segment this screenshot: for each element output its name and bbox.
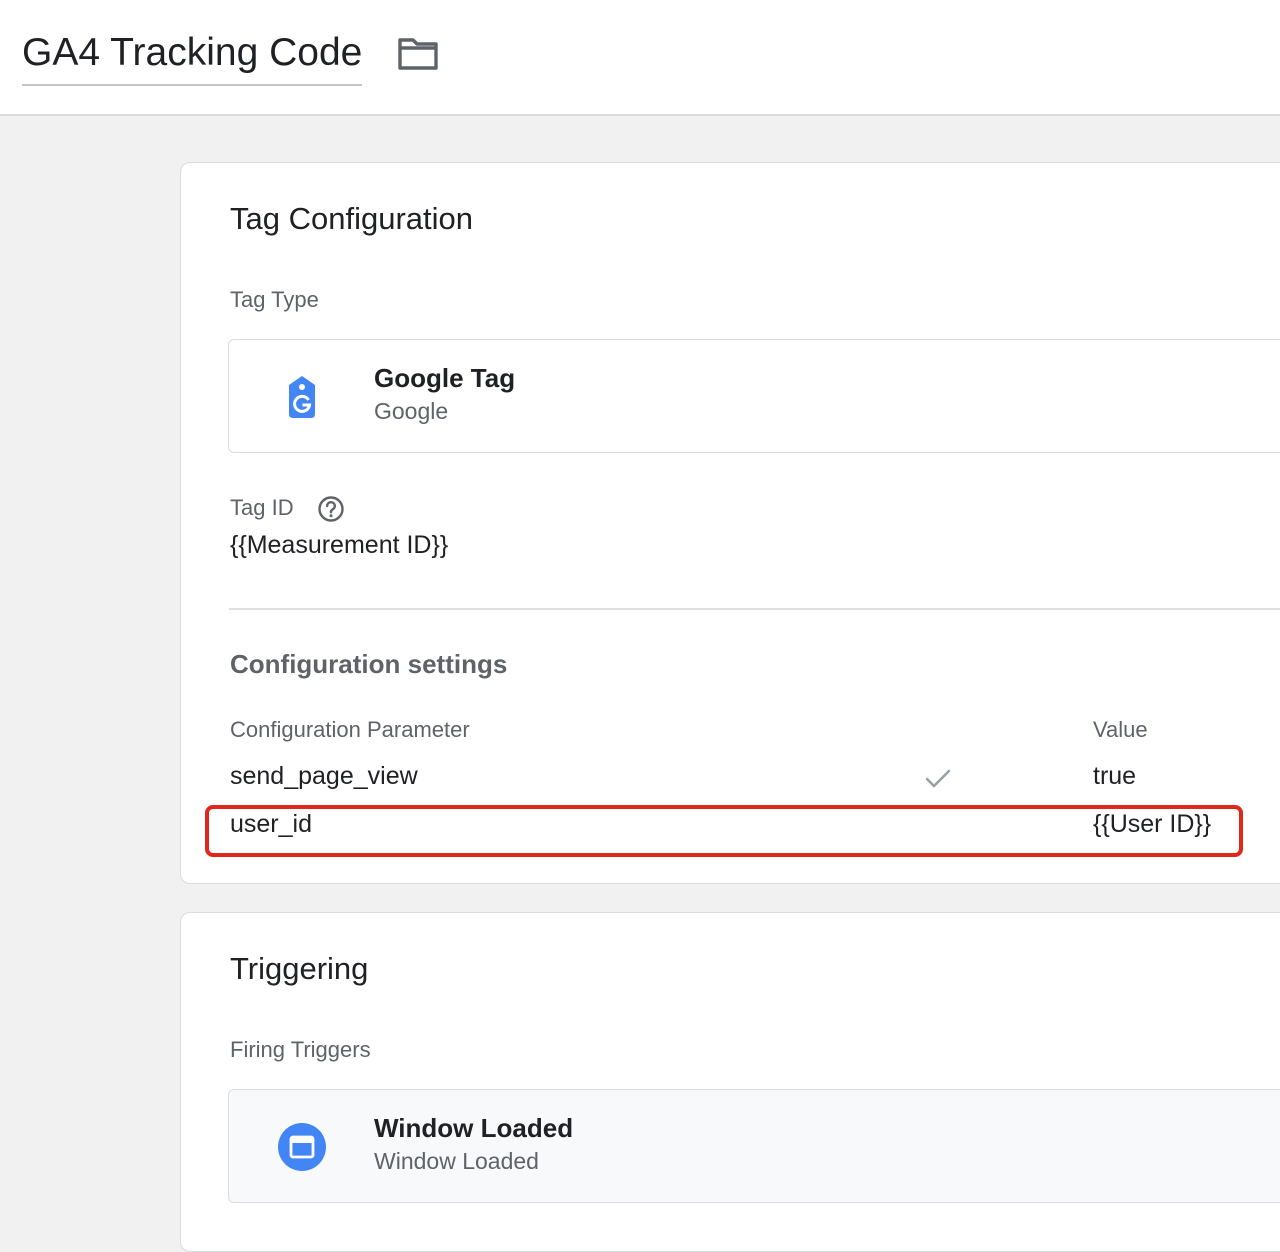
- card-title: Triggering: [230, 951, 369, 986]
- section-divider: [229, 608, 1280, 610]
- card-title: Tag Configuration: [230, 201, 473, 236]
- triggering-card[interactable]: Triggering Firing Triggers Window Loaded…: [180, 912, 1280, 1252]
- trigger-type: Window Loaded: [374, 1148, 539, 1174]
- google-tag-icon: [284, 374, 320, 420]
- folder-icon[interactable]: [396, 34, 442, 74]
- help-icon[interactable]: [317, 495, 345, 523]
- tag-type-vendor: Google: [374, 398, 449, 424]
- tag-type-name: Google Tag: [374, 363, 516, 393]
- trigger-item[interactable]: Window Loaded Window Loaded: [228, 1089, 1280, 1203]
- value-column-header: Value: [1093, 717, 1148, 742]
- trigger-name: Window Loaded: [374, 1113, 574, 1143]
- highlight-box: [205, 805, 1243, 857]
- parameter-value: true: [1093, 762, 1137, 790]
- parameter-name: send_page_view: [230, 762, 418, 790]
- firing-triggers-label: Firing Triggers: [230, 1037, 371, 1062]
- configuration-settings-title: Configuration settings: [230, 649, 508, 679]
- tag-id-value: {{Measurement ID}}: [230, 531, 449, 559]
- tag-configuration-card[interactable]: Tag Configuration Tag Type Google Tag Go…: [180, 162, 1280, 884]
- parameter-column-header: Configuration Parameter: [230, 717, 470, 742]
- page-header: GA4 Tracking Code: [0, 0, 1280, 116]
- tag-name-title[interactable]: GA4 Tracking Code: [22, 28, 363, 86]
- tag-type-selector[interactable]: Google Tag Google: [228, 339, 1280, 453]
- window-icon: [277, 1122, 327, 1172]
- tag-type-label: Tag Type: [230, 287, 319, 312]
- tag-id-label: Tag ID: [230, 495, 294, 520]
- checkmark-icon: [924, 766, 952, 790]
